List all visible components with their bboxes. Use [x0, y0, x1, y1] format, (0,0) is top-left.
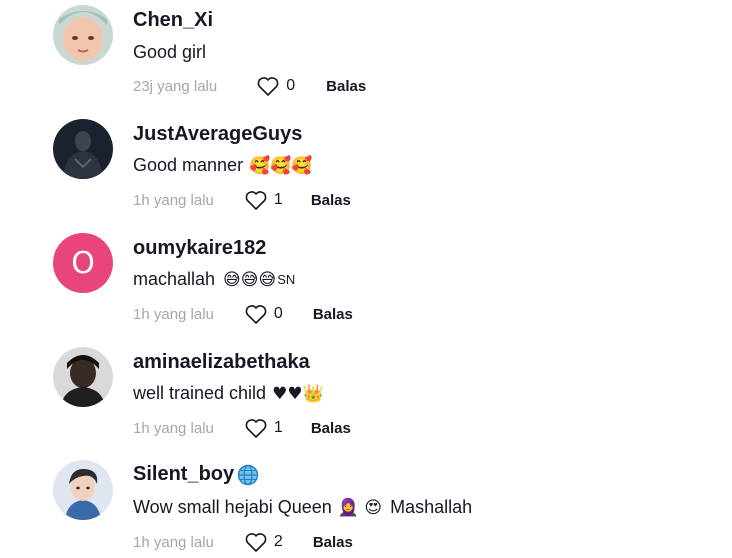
hearts-crown-emoji-group: ♥♥👑: [272, 383, 324, 404]
person-photo-icon: [53, 347, 113, 407]
heart-icon: [245, 533, 267, 552]
timestamp: 1h yang lalu: [133, 419, 214, 437]
like-count: 0: [273, 305, 283, 322]
comment-item: Silent_boy Wow small hejabi Queen 🧕 😍 Ma…: [0, 0, 732, 552]
comment-meta: 1h yang lalu 2 Balas: [133, 531, 353, 553]
smiling-hearts-emoji-group: 🥰🥰🥰: [249, 155, 313, 176]
cartoon-boy-avatar-icon: [53, 460, 113, 520]
comment-text: Wow small hejabi Queen 🧕 😍 Mashallah: [133, 497, 472, 518]
comment-suffix: Mashallah: [390, 497, 473, 517]
heart-icon: [245, 191, 267, 210]
username-text: Silent_boy: [133, 463, 235, 485]
timestamp: 1h yang lalu: [133, 305, 214, 323]
reply-button[interactable]: Balas: [311, 420, 351, 437]
avatar[interactable]: [53, 119, 113, 179]
username-text: oumykaire182: [133, 237, 267, 259]
avatar[interactable]: O: [53, 233, 113, 293]
comment-suffix: SN: [277, 272, 296, 287]
username[interactable]: oumykaire182: [133, 237, 266, 260]
person-photo-icon: [53, 119, 113, 179]
reply-button[interactable]: Balas: [313, 306, 353, 323]
like-button[interactable]: 0: [244, 303, 283, 325]
username-text: aminaelizabethaka: [133, 351, 310, 373]
comment-text: well trained child ♥♥👑: [133, 383, 324, 404]
comment-body: machallah: [133, 269, 216, 289]
reply-button[interactable]: Balas: [313, 534, 353, 551]
like-button[interactable]: 1: [244, 417, 283, 439]
comment-meta: 1h yang lalu 1 Balas: [133, 189, 351, 211]
timestamp: 1h yang lalu: [133, 533, 214, 551]
avatar[interactable]: [53, 347, 113, 407]
avatar[interactable]: [53, 460, 113, 520]
comment-body: Good manner: [133, 155, 244, 175]
comment-meta: 1h yang lalu 1 Balas: [133, 417, 351, 439]
comment-text: Good manner 🥰🥰🥰: [133, 155, 313, 176]
like-count: 2: [273, 533, 283, 550]
comment-text: machallah 😅😅😅 SN: [133, 269, 295, 290]
comment-body: Wow small hejabi Queen: [133, 497, 332, 517]
like-count: 1: [273, 191, 283, 208]
heart-icon: [245, 305, 267, 324]
username-text: JustAverageGuys: [133, 123, 303, 145]
comment-meta: 1h yang lalu 0 Balas: [133, 303, 353, 325]
like-button[interactable]: 1: [244, 189, 283, 211]
heart-icon: [245, 419, 267, 438]
globe-icon: [237, 464, 259, 485]
hijab-heart-eyes-emoji-group: 🧕 😍: [337, 497, 383, 518]
username[interactable]: JustAverageGuys: [133, 123, 302, 146]
like-button[interactable]: 2: [244, 531, 283, 553]
username[interactable]: Silent_boy: [133, 463, 259, 486]
comment-body: well trained child: [133, 383, 267, 403]
avatar-initial: O: [71, 245, 95, 281]
grinning-sweat-emoji-group: 😅😅😅: [223, 269, 277, 290]
username[interactable]: aminaelizabethaka: [133, 351, 310, 374]
like-count: 1: [273, 419, 283, 436]
timestamp: 1h yang lalu: [133, 191, 214, 209]
reply-button[interactable]: Balas: [311, 192, 351, 209]
